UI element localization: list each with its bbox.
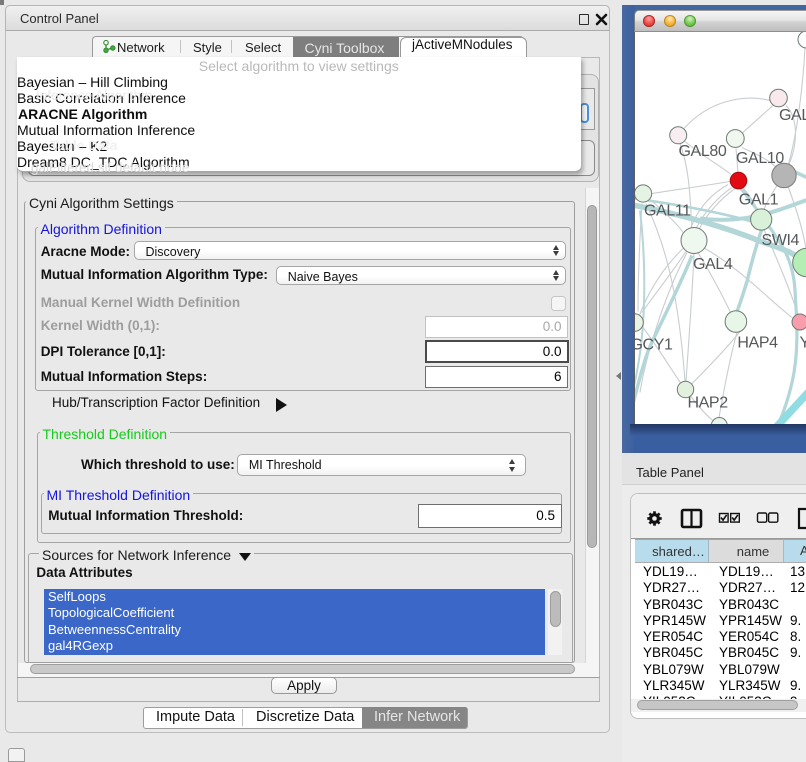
svg-text:Y: Y — [800, 334, 806, 351]
svg-text:GAL7: GAL7 — [779, 107, 806, 124]
svg-text:GAL11: GAL11 — [644, 202, 691, 219]
svg-text:GAL1: GAL1 — [739, 191, 779, 208]
svg-text:GCY1: GCY1 — [635, 336, 673, 353]
svg-text:GAL4: GAL4 — [693, 256, 733, 273]
svg-text:GAL80: GAL80 — [679, 143, 727, 160]
svg-text:SWI4: SWI4 — [762, 232, 800, 249]
svg-text:GAL10: GAL10 — [736, 150, 784, 167]
svg-text:HAP2: HAP2 — [688, 394, 729, 411]
svg-text:HAP4: HAP4 — [737, 334, 778, 351]
